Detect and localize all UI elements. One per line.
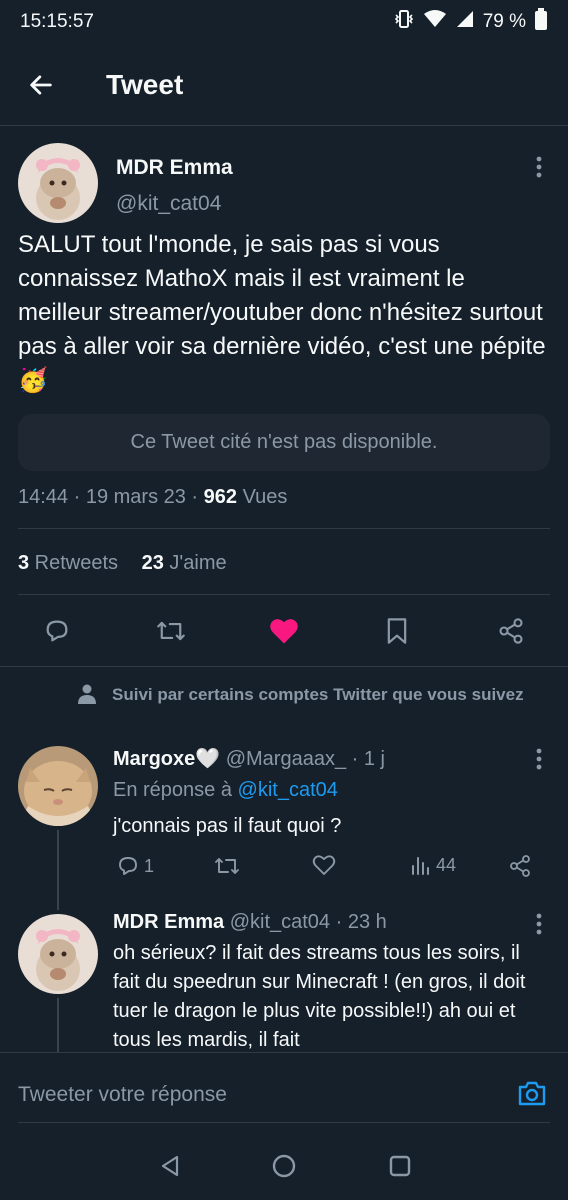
heart-icon (312, 855, 336, 875)
author-avatar[interactable] (18, 143, 98, 223)
reply-like-button[interactable] (312, 854, 336, 876)
back-button[interactable] (16, 60, 66, 110)
heart-filled-icon (270, 619, 298, 644)
replying-to-label: En réponse à (113, 779, 238, 801)
reply-retweet-button[interactable] (214, 854, 240, 878)
replying-to: En réponse à @kit_cat04 (113, 779, 338, 802)
arrow-left-icon (30, 74, 52, 95)
reply-views-count: 44 (436, 854, 457, 875)
share-button[interactable] (490, 610, 532, 652)
square-recents-icon (389, 1155, 411, 1177)
reply-views-button[interactable]: 44 (410, 854, 456, 876)
reply-reply-button[interactable]: 1 (116, 854, 154, 878)
page-title: Tweet (106, 68, 184, 100)
quoted-tweet-unavailable: Ce Tweet cité n'est pas disponible. (18, 414, 550, 471)
tweet-action-bar (0, 610, 568, 652)
vibrate-icon (393, 9, 415, 35)
status-bar: 15:15:57 79 % (0, 0, 568, 44)
nav-recents-button[interactable] (380, 1146, 420, 1186)
top-app-bar: Tweet (0, 44, 568, 126)
reply-author-handle[interactable]: @kit_cat04 (230, 911, 330, 933)
person-icon (78, 684, 96, 704)
more-vertical-icon (536, 156, 542, 178)
camera-icon (518, 1081, 546, 1106)
battery-icon (534, 8, 548, 36)
reply-avatar[interactable] (18, 746, 98, 826)
reply-input[interactable] (18, 1079, 498, 1111)
tweet-timestamp: 14:44 · 19 mars 23 · 962 Vues (18, 486, 287, 509)
retweet-icon (157, 621, 185, 641)
thread-line (57, 998, 59, 1054)
retweet-button[interactable] (150, 610, 192, 652)
composer-divider (18, 1122, 550, 1123)
nav-home-button[interactable] (264, 1146, 304, 1186)
signal-icon (455, 9, 475, 35)
system-nav-bar (0, 1132, 568, 1200)
reply-header: MDR Emma @kit_cat04 · 23 h (113, 911, 387, 934)
status-icons: 79 % (393, 8, 548, 36)
reply-button[interactable] (36, 610, 78, 652)
social-context-text: Suivi par certains comptes Twitter que v… (112, 685, 524, 704)
divider (18, 528, 550, 529)
reply-icon (46, 620, 68, 642)
more-vertical-icon (536, 748, 542, 770)
reply-author-name[interactable]: Margoxe🤍 (113, 748, 220, 770)
retweets-label: Retweets (29, 552, 119, 574)
wifi-icon (423, 9, 447, 35)
reply-more-button[interactable] (524, 744, 554, 774)
quoted-unavailable-text: Ce Tweet cité n'est pas disponible. (130, 431, 438, 453)
retweet-icon (215, 858, 239, 874)
circle-home-icon (272, 1154, 296, 1178)
reply-icon (119, 857, 137, 875)
bookmark-icon (387, 618, 407, 644)
likes-stat[interactable]: 23 J'aime (142, 552, 227, 574)
tweet-time: 14:44 · 19 mars 23 · (18, 486, 204, 508)
views-label: Vues (237, 486, 288, 508)
reply-header: Margoxe🤍 @Margaaax_ · 1 j (113, 746, 385, 771)
divider (18, 594, 550, 595)
tweet-more-button[interactable] (524, 152, 554, 182)
likes-count: 23 (141, 552, 164, 574)
divider (0, 666, 568, 667)
tweet-text: SALUT tout l'monde, je sais pas si vous … (18, 231, 546, 394)
like-button[interactable] (263, 610, 305, 652)
retweets-count: 3 (18, 552, 30, 574)
reply-age: · 23 h (330, 911, 387, 933)
thread-line (57, 830, 59, 910)
reply-more-button[interactable] (524, 909, 554, 939)
status-time: 15:15:57 (20, 11, 94, 32)
triangle-back-icon (161, 1155, 179, 1177)
author-name[interactable]: MDR Emma (116, 156, 233, 180)
social-context: Suivi par certains comptes Twitter que v… (78, 682, 548, 708)
more-vertical-icon (536, 913, 542, 935)
share-icon (499, 618, 523, 644)
reply-text: j'connais pas il faut quoi ? (113, 815, 342, 837)
reply-reply-count: 1 (144, 855, 155, 876)
nav-back-button[interactable] (150, 1146, 190, 1186)
tweet-stats: 3 Retweets 23 J'aime (18, 552, 227, 575)
bookmark-button[interactable] (376, 610, 418, 652)
reply-author-handle[interactable]: @Margaaax_ (226, 748, 346, 770)
battery-percent: 79 % (482, 11, 526, 32)
reply-composer (0, 1052, 568, 1132)
reply-author-name[interactable]: MDR Emma (113, 911, 224, 933)
share-icon (510, 855, 530, 877)
reply-avatar[interactable] (18, 914, 98, 994)
reply-age: · 1 j (346, 748, 385, 770)
likes-label: J'aime (163, 552, 227, 574)
author-handle[interactable]: @kit_cat04 (116, 192, 221, 216)
reply-text: oh sérieux? il fait des streams tous les… (113, 942, 526, 1051)
retweets-stat[interactable]: 3 Retweets (18, 552, 118, 574)
reply-share-button[interactable] (508, 854, 532, 878)
analytics-icon (412, 857, 429, 875)
replying-to-handle[interactable]: @kit_cat04 (238, 779, 338, 801)
views-count: 962 (203, 486, 238, 508)
camera-button[interactable] (515, 1077, 549, 1109)
